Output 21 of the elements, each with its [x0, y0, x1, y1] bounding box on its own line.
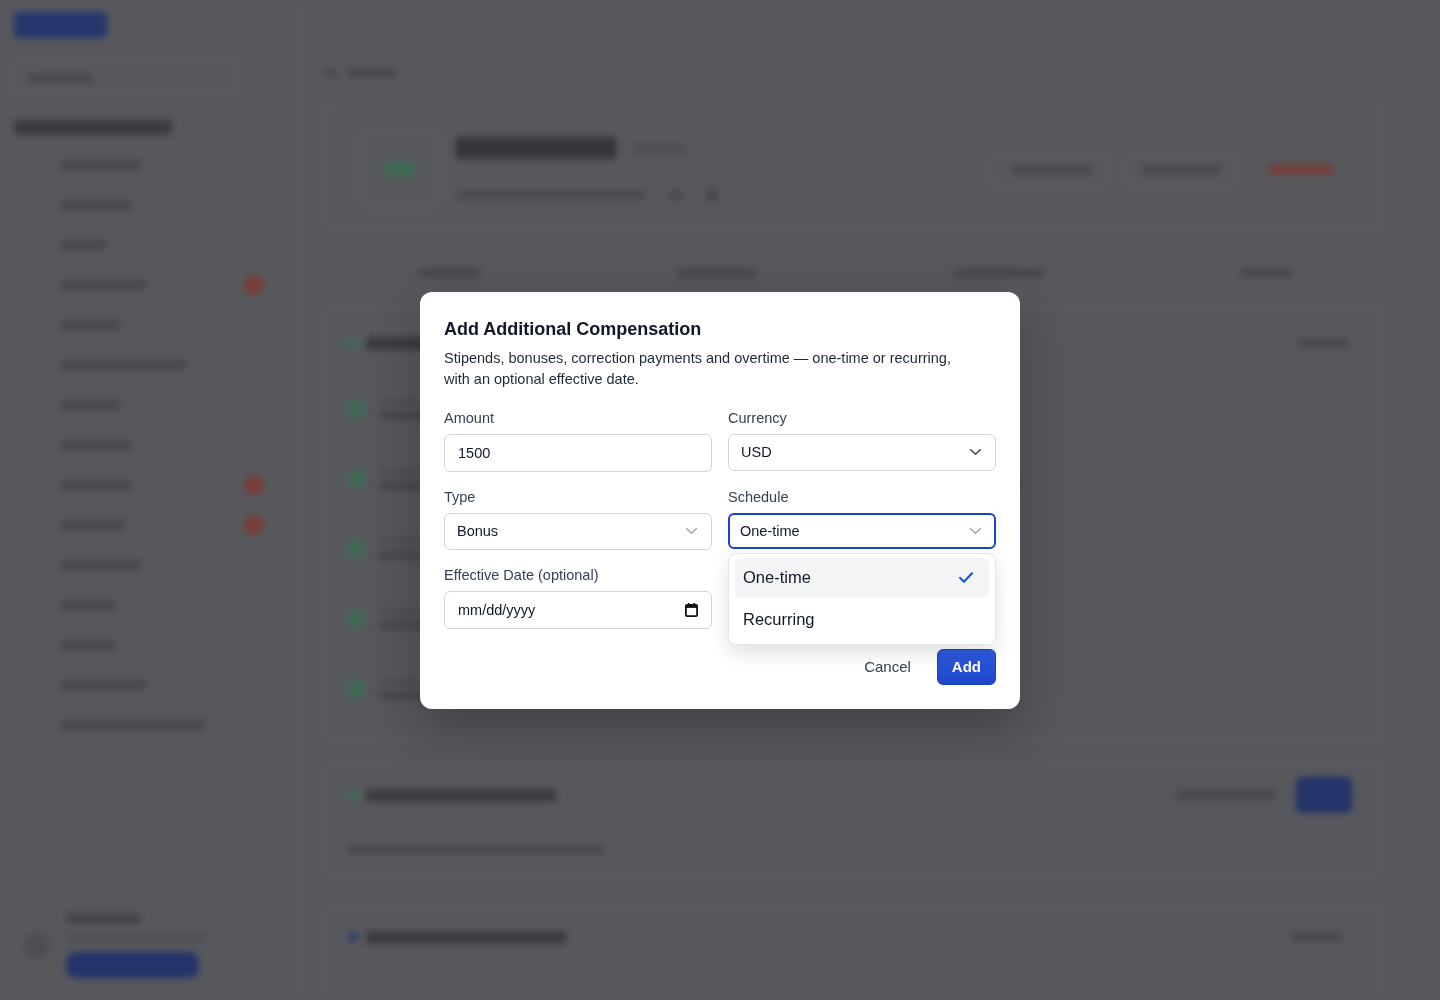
cancel-button[interactable]: Cancel [852, 648, 923, 685]
chevron-down-icon [686, 528, 697, 534]
add-button[interactable]: Add [936, 648, 996, 685]
field-label: Effective Date (optional) [444, 565, 599, 584]
dropdown-select[interactable]: One-time [728, 512, 996, 549]
dialog-title: Add Additional Compensation [444, 317, 703, 341]
dropdown-select[interactable]: Bonus [444, 512, 712, 550]
dropdown-option[interactable]: Recurring [735, 599, 989, 640]
dropdown-option[interactable]: One-time [735, 557, 989, 598]
field-label: Schedule [728, 487, 789, 506]
check-icon [959, 572, 973, 583]
dropdown-select[interactable]: USD [728, 433, 996, 471]
dialog-description: Stipends, bonuses, correction payments and overtime — one-time or recurring, with an optional effective date. [444, 348, 952, 389]
text-input[interactable]: 1500 [444, 433, 712, 472]
field-label: Amount [444, 408, 494, 427]
field-label: Type [444, 487, 476, 506]
calendar-icon[interactable] [685, 602, 698, 617]
date-input[interactable]: mm/dd/yyyy [444, 590, 712, 629]
field-label: Currency [728, 408, 787, 427]
chevron-down-icon [970, 449, 981, 455]
chevron-down-icon [970, 527, 981, 534]
